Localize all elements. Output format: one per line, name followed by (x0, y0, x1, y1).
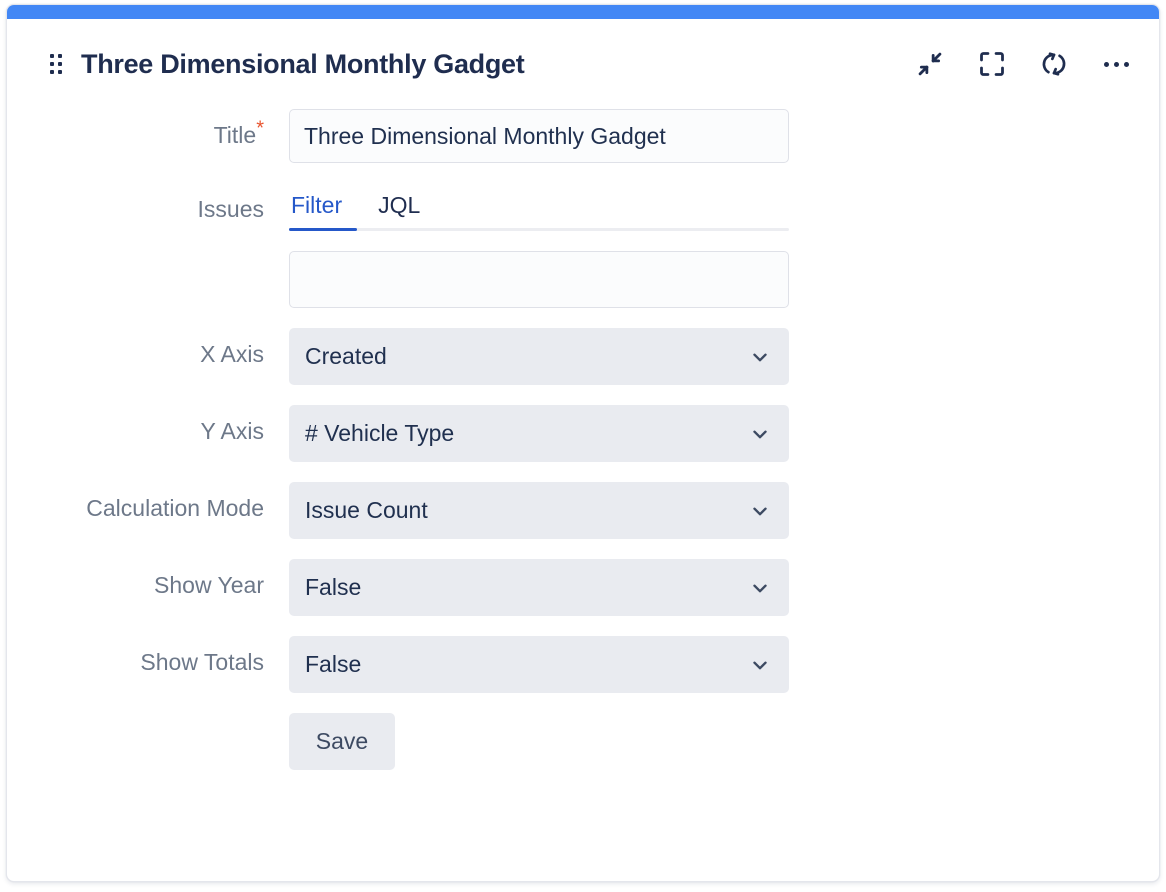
ellipsis-dot (1124, 62, 1129, 67)
x-axis-select[interactable]: Created (289, 328, 789, 385)
drag-dot (50, 54, 54, 58)
drag-dot (58, 54, 62, 58)
filter-input[interactable] (289, 251, 789, 308)
show-year-label: Show Year (7, 559, 289, 611)
chevron-down-icon (749, 423, 771, 445)
calculation-mode-label: Calculation Mode (7, 482, 289, 534)
form-row-title: Title* (7, 109, 1159, 163)
form-row-issues: Issues Filter JQL (7, 183, 1159, 308)
filter-input-wrap (289, 251, 789, 308)
title-field-wrap (289, 109, 789, 163)
minimize-button[interactable] (913, 47, 947, 81)
x-axis-field-wrap: Created (289, 328, 789, 385)
issues-field-wrap: Filter JQL (289, 183, 789, 308)
issues-label: Issues (7, 183, 289, 235)
gadget-header: Three Dimensional Monthly Gadget (7, 19, 1159, 109)
refresh-button[interactable] (1037, 47, 1071, 81)
expand-frame-icon (978, 50, 1006, 78)
show-year-value: False (305, 574, 361, 601)
drag-dot (58, 70, 62, 74)
refresh-icon (1040, 50, 1068, 78)
title-label-text: Title (214, 122, 257, 148)
form-row-calculation-mode: Calculation Mode Issue Count (7, 482, 1159, 539)
y-axis-select[interactable]: # Vehicle Type (289, 405, 789, 462)
drag-dot (58, 62, 62, 66)
collapse-arrows-icon (916, 50, 944, 78)
drag-dot (50, 62, 54, 66)
show-year-select[interactable]: False (289, 559, 789, 616)
save-field-wrap: Save (289, 713, 789, 770)
drag-dot (50, 70, 54, 74)
form-row-show-year: Show Year False (7, 559, 1159, 616)
ellipsis-dot (1104, 62, 1109, 67)
calculation-mode-select[interactable]: Issue Count (289, 482, 789, 539)
page-title: Three Dimensional Monthly Gadget (81, 49, 524, 80)
gadget-card: Three Dimensional Monthly Gadget (6, 4, 1160, 882)
ellipsis-dot (1114, 62, 1119, 67)
issues-tabs-wrap: Filter JQL (289, 183, 789, 231)
chevron-down-icon (749, 346, 771, 368)
accent-bar (7, 5, 1159, 19)
form-row-show-totals: Show Totals False (7, 636, 1159, 693)
show-totals-field-wrap: False (289, 636, 789, 693)
title-label: Title* (7, 109, 289, 161)
save-button[interactable]: Save (289, 713, 395, 770)
chevron-down-icon (749, 500, 771, 522)
maximize-button[interactable] (975, 47, 1009, 81)
x-axis-value: Created (305, 343, 387, 370)
drag-handle-icon[interactable] (49, 53, 63, 75)
form-row-save: Save (7, 713, 1159, 770)
x-axis-label: X Axis (7, 328, 289, 380)
form-row-y-axis: Y Axis # Vehicle Type (7, 405, 1159, 462)
show-totals-label: Show Totals (7, 636, 289, 688)
calculation-mode-field-wrap: Issue Count (289, 482, 789, 539)
show-totals-select[interactable]: False (289, 636, 789, 693)
more-actions-button[interactable] (1099, 47, 1133, 81)
y-axis-value: # Vehicle Type (305, 420, 454, 447)
header-actions (913, 47, 1133, 81)
issues-tabs: Filter JQL (289, 183, 789, 223)
required-marker: * (256, 117, 264, 139)
y-axis-field-wrap: # Vehicle Type (289, 405, 789, 462)
ellipsis-icon (1104, 62, 1129, 67)
tab-underline (289, 228, 789, 231)
y-axis-label: Y Axis (7, 405, 289, 457)
gadget-config-form: Title* Issues Filter JQL (7, 109, 1159, 770)
show-totals-value: False (305, 651, 361, 678)
tab-filter[interactable]: Filter (289, 194, 344, 223)
calculation-mode-value: Issue Count (305, 497, 428, 524)
show-year-field-wrap: False (289, 559, 789, 616)
chevron-down-icon (749, 577, 771, 599)
form-row-x-axis: X Axis Created (7, 328, 1159, 385)
chevron-down-icon (749, 654, 771, 676)
title-input[interactable] (289, 109, 789, 163)
tab-jql[interactable]: JQL (376, 194, 422, 223)
